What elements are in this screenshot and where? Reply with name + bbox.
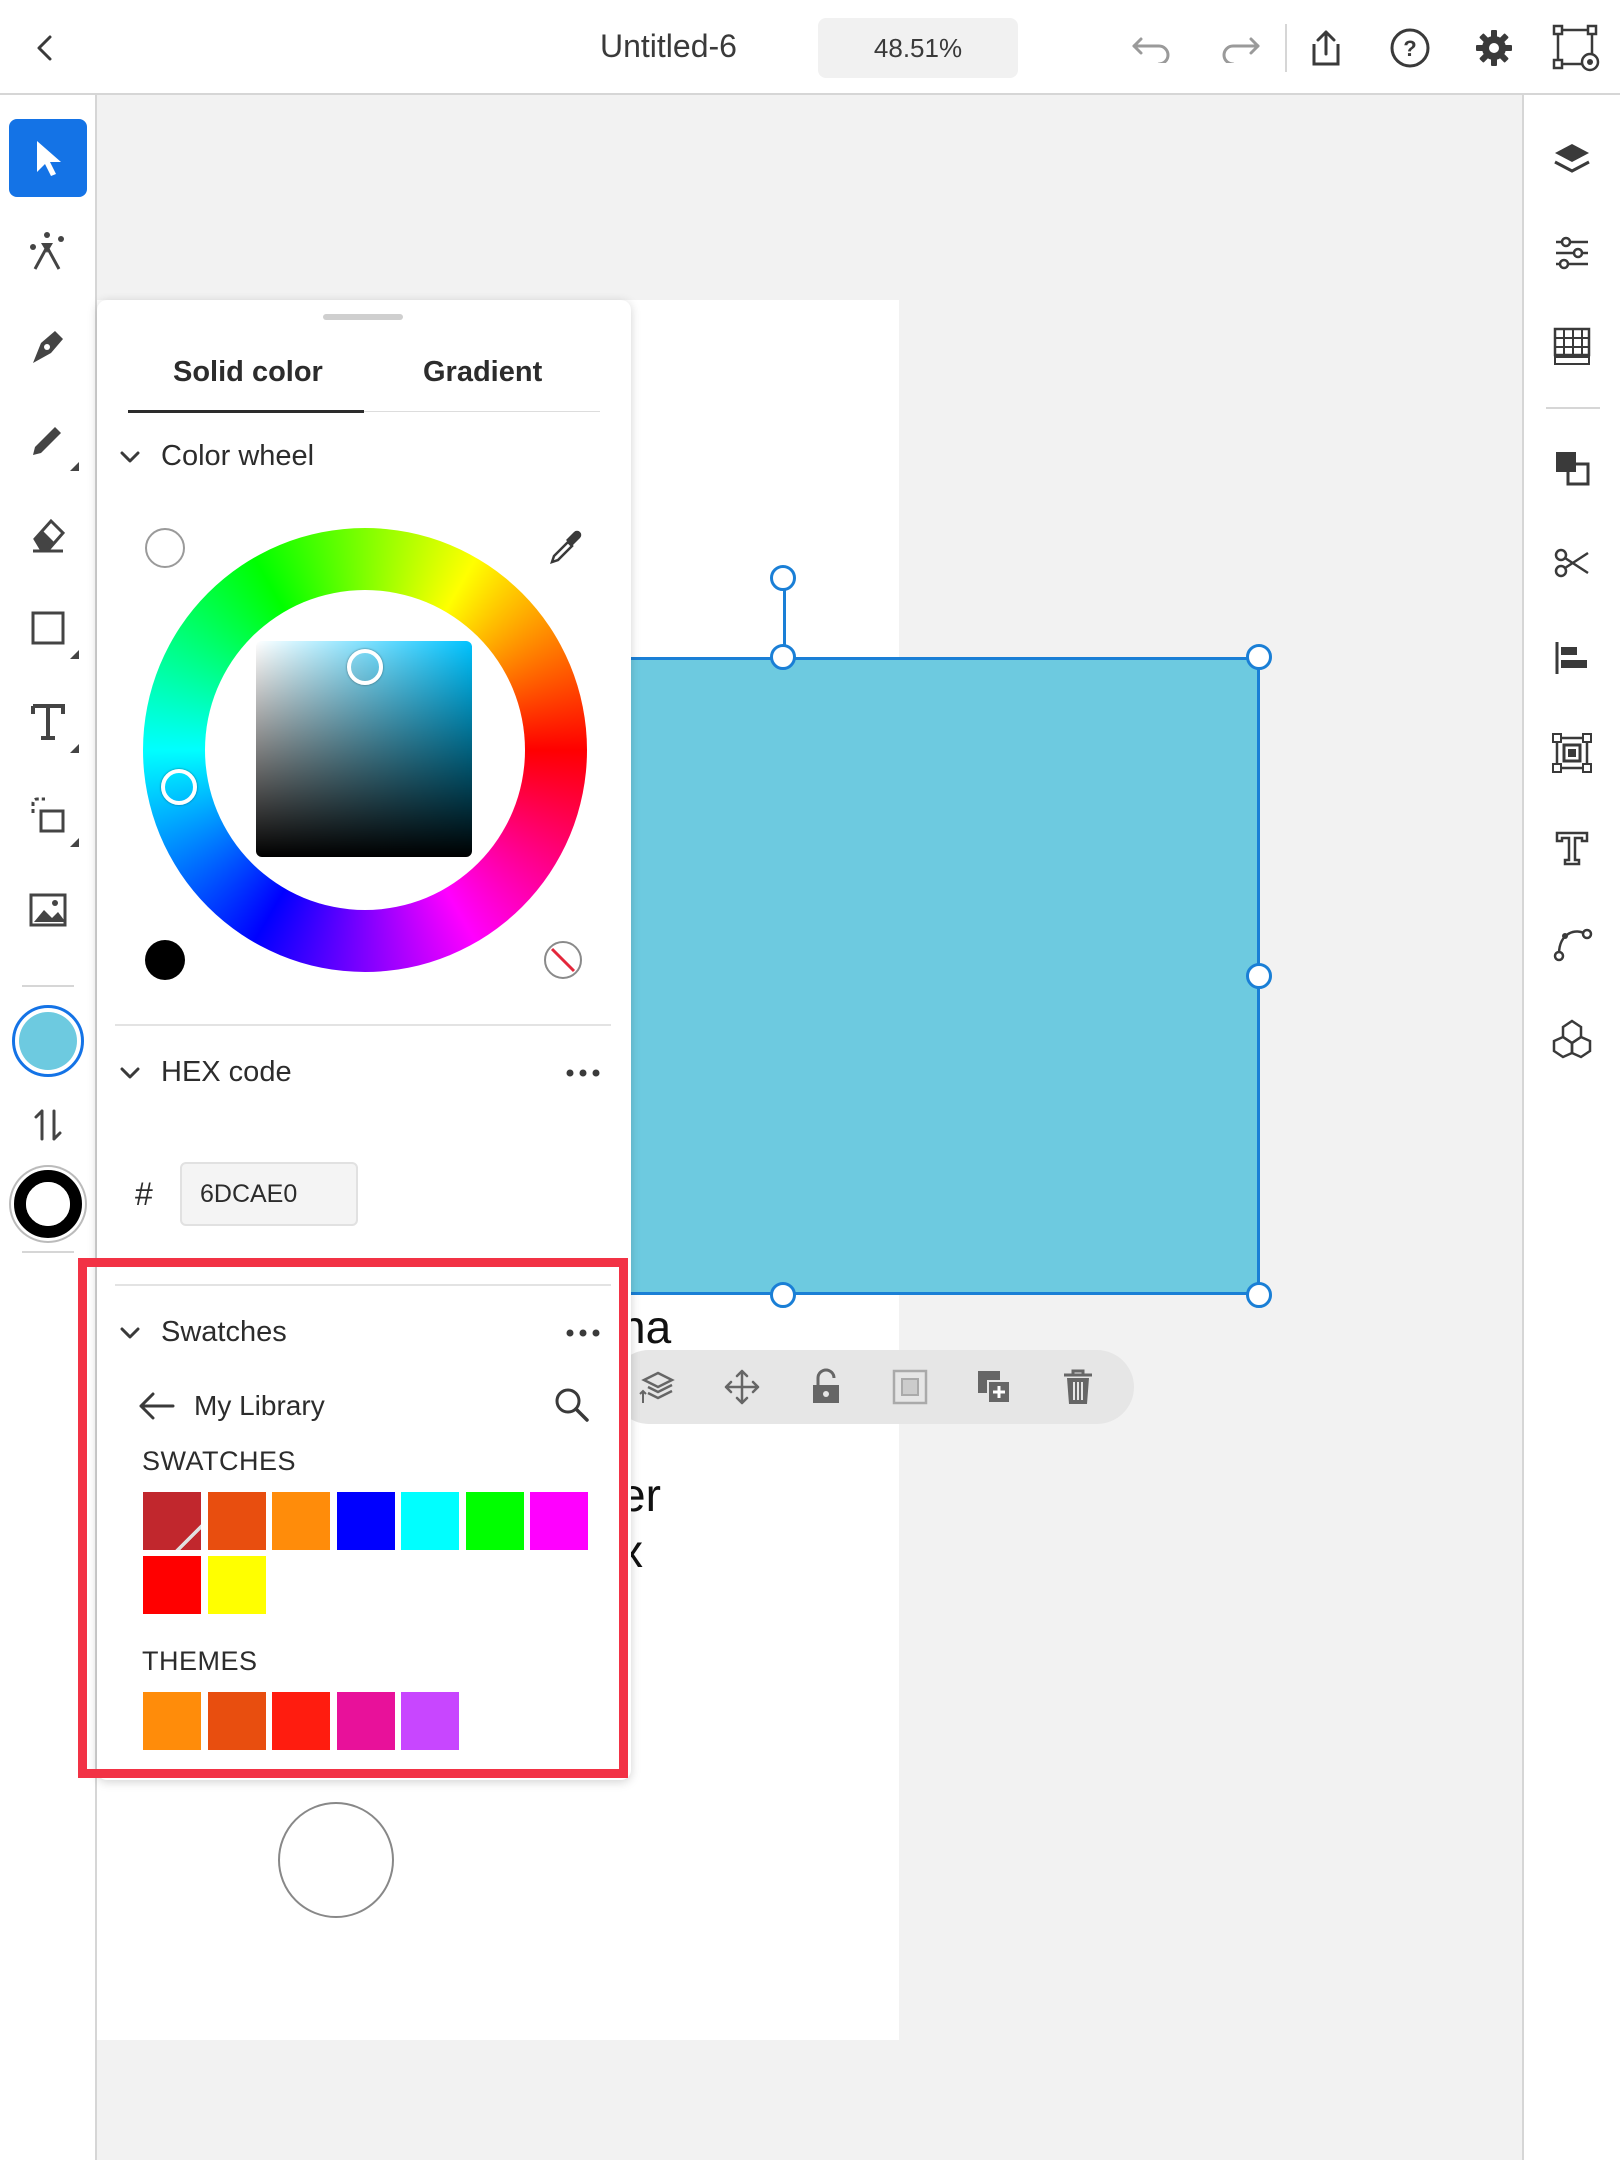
panel-drag-handle[interactable] [323,314,403,320]
rotate-tool-icon[interactable] [9,777,87,855]
toolbar-divider [22,985,74,987]
top-bar: Untitled-6 48.51% ? [0,0,1620,95]
symbols-icon[interactable] [1544,1010,1600,1066]
eyedropper-icon[interactable] [546,528,586,568]
pen-tool-icon[interactable] [9,307,87,385]
duplicate-icon[interactable] [968,1361,1020,1413]
selection-tool-icon[interactable] [9,119,87,197]
path-icon[interactable] [1544,915,1600,971]
color-wheel-label: Color wheel [161,440,315,472]
toolbar-divider [1285,24,1287,72]
undo-icon[interactable] [1126,22,1178,74]
combine-shapes-icon[interactable] [1544,440,1600,496]
toolbar-divider [1546,407,1600,409]
document-title[interactable]: Untitled-6 [600,28,737,65]
fill-color-value [19,1012,77,1070]
more-options-icon[interactable] [563,1058,603,1088]
shape-tool-icon[interactable] [9,589,87,667]
no-color-icon[interactable] [543,940,583,980]
layers-icon[interactable] [1544,132,1600,188]
chevron-down-icon [115,1058,145,1088]
white-color-button[interactable] [145,528,185,568]
resize-handle-bottom-right[interactable] [1246,1282,1272,1308]
saturation-picker-handle[interactable] [347,649,383,685]
touch-type-tool-icon[interactable] [9,213,87,291]
artboard-view-icon[interactable] [1550,22,1602,74]
svg-text:?: ? [1403,36,1416,61]
align-icon[interactable] [1544,630,1600,686]
lock-icon[interactable] [800,1361,852,1413]
image-tool-icon[interactable] [9,871,87,949]
swap-fill-stroke-icon[interactable] [9,1095,87,1155]
section-divider [115,1024,611,1026]
resize-handle-bottom[interactable] [770,1282,796,1308]
grid-ruler-icon[interactable] [1544,318,1600,374]
arrange-icon[interactable] [632,1361,684,1413]
hex-input[interactable]: 6DCAE0 [180,1162,358,1226]
type-properties-icon[interactable] [1544,820,1600,876]
color-wheel-section-header[interactable]: Color wheel [115,440,314,473]
move-icon[interactable] [716,1361,768,1413]
left-toolbar [0,95,97,2160]
stroke-color-swatch[interactable] [14,1170,82,1238]
canvas-circle-shape[interactable] [278,1802,394,1918]
zoom-level[interactable]: 48.51% [818,18,1018,78]
resize-handle-top[interactable] [770,644,796,670]
black-color-button[interactable] [145,940,185,980]
context-action-bar [612,1350,1134,1424]
mask-icon[interactable] [884,1361,936,1413]
settings-icon[interactable] [1468,22,1520,74]
pencil-tool-icon[interactable] [9,401,87,479]
hue-picker-handle[interactable] [161,769,197,805]
chevron-down-icon [115,442,145,472]
fill-color-swatch[interactable] [12,1005,84,1077]
tab-gradient[interactable]: Gradient [423,356,542,389]
active-tab-indicator [128,410,364,413]
back-chevron-icon[interactable] [20,22,72,74]
right-toolbar [1522,95,1620,2160]
properties-icon[interactable] [1544,225,1600,281]
scissors-icon[interactable] [1544,535,1600,591]
hex-code-label: HEX code [161,1056,292,1088]
resize-handle-top-right[interactable] [1246,644,1272,670]
help-icon[interactable]: ? [1384,22,1436,74]
redo-icon[interactable] [1214,22,1266,74]
rotation-handle[interactable] [770,565,796,591]
delete-icon[interactable] [1052,1361,1104,1413]
tab-solid-color[interactable]: Solid color [173,356,323,389]
resize-handle-right[interactable] [1246,963,1272,989]
swatches-highlight-box [78,1258,628,1778]
hex-code-section-header[interactable]: HEX code [115,1056,292,1089]
eraser-tool-icon[interactable] [9,495,87,573]
hex-hash-label: # [135,1176,153,1212]
repeat-grid-icon[interactable] [1544,725,1600,781]
type-tool-icon[interactable] [9,683,87,761]
share-icon[interactable] [1300,22,1352,74]
toolbar-divider [22,1251,74,1253]
